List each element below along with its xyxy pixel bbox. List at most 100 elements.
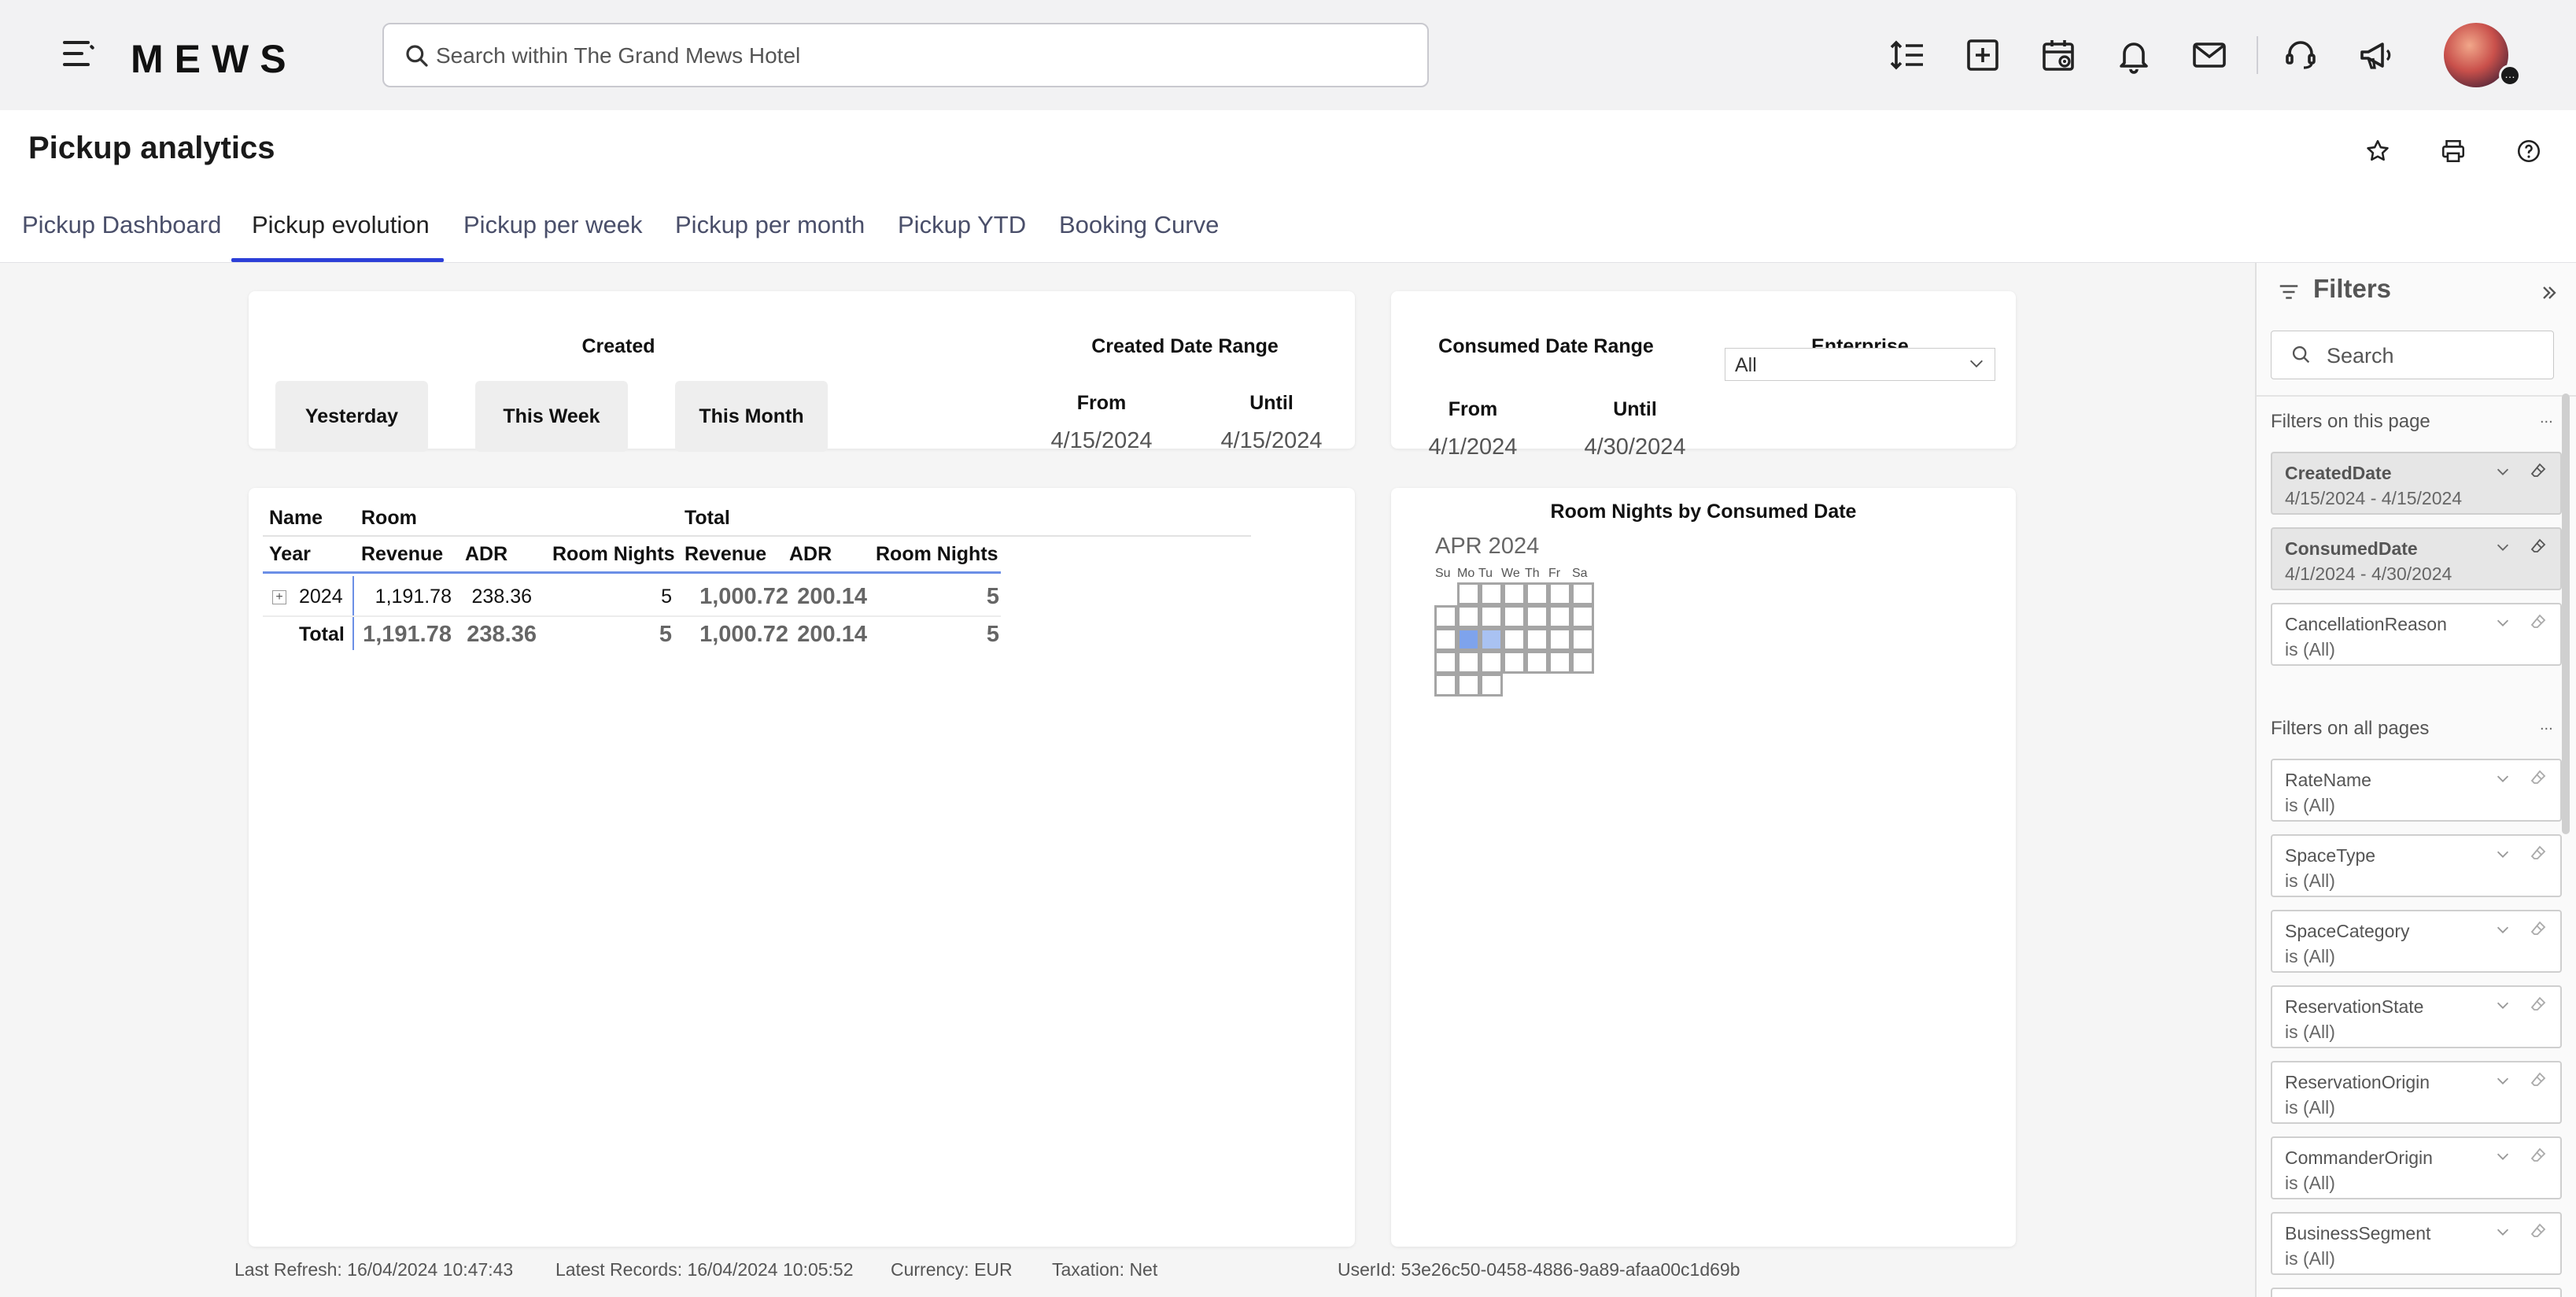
- filter-card-reservation-origin[interactable]: ReservationOrigin is (All): [2271, 1061, 2562, 1124]
- more-options-icon[interactable]: ...: [2540, 716, 2553, 734]
- filters-scrollbar[interactable]: [2562, 394, 2570, 834]
- chevron-down-icon[interactable]: [2494, 463, 2511, 480]
- enterprise-dropdown[interactable]: All: [1725, 348, 1995, 381]
- yesterday-button[interactable]: Yesterday: [275, 381, 428, 452]
- this-week-button[interactable]: This Week: [475, 381, 628, 452]
- calendar-day[interactable]: [1503, 651, 1526, 674]
- calendar-day[interactable]: [1526, 628, 1548, 651]
- tab-pickup-evolution[interactable]: Pickup evolution: [252, 211, 430, 239]
- mail-icon[interactable]: [2186, 31, 2233, 79]
- calendar-day[interactable]: [1548, 582, 1571, 605]
- calendar-day[interactable]: [1480, 674, 1503, 697]
- tab-pickup-dashboard[interactable]: Pickup Dashboard: [22, 211, 221, 239]
- calendar-day[interactable]: [1571, 651, 1594, 674]
- calendar-day[interactable]: [1480, 582, 1503, 605]
- filter-card-consumed-date[interactable]: ConsumedDate 4/1/2024 - 4/30/2024: [2271, 527, 2562, 590]
- filter-card-created-date[interactable]: CreatedDate 4/15/2024 - 4/15/2024: [2271, 452, 2562, 515]
- calendar-day[interactable]: [1548, 605, 1571, 628]
- created-from-value[interactable]: 4/15/2024: [1039, 428, 1164, 454]
- eraser-icon[interactable]: [2529, 1070, 2548, 1089]
- filter-card-rate-name[interactable]: RateName is (All): [2271, 759, 2562, 822]
- filter-card-reservation-state[interactable]: ReservationState is (All): [2271, 985, 2562, 1048]
- calendar-day[interactable]: [1548, 628, 1571, 651]
- add-box-icon[interactable]: [1959, 31, 2006, 79]
- chevron-down-icon[interactable]: [2494, 770, 2511, 787]
- calendar-day[interactable]: [1503, 605, 1526, 628]
- search-input[interactable]: [436, 35, 1404, 76]
- calendar-day[interactable]: [1526, 582, 1548, 605]
- matrix-col-room-nights[interactable]: Room Nights: [552, 543, 675, 566]
- more-options-icon[interactable]: ...: [2540, 409, 2553, 427]
- chevron-down-icon[interactable]: [2494, 538, 2511, 556]
- expand-icon[interactable]: +: [272, 590, 286, 604]
- calendar-day-highlight[interactable]: [1480, 628, 1503, 651]
- consumed-from-value[interactable]: 4/1/2024: [1410, 434, 1536, 460]
- calendar-day[interactable]: [1434, 605, 1457, 628]
- calendar-day[interactable]: [1526, 651, 1548, 674]
- filter-card-business-segment[interactable]: BusinessSegment is (All): [2271, 1212, 2562, 1275]
- calendar-day[interactable]: [1457, 651, 1480, 674]
- calendar-day[interactable]: [1480, 605, 1503, 628]
- tab-pickup-ytd[interactable]: Pickup YTD: [898, 211, 1026, 239]
- support-icon[interactable]: [2277, 31, 2324, 79]
- calendar-day[interactable]: [1571, 605, 1594, 628]
- calendar-day[interactable]: [1434, 628, 1457, 651]
- calendar-day[interactable]: [1457, 605, 1480, 628]
- tab-booking-curve[interactable]: Booking Curve: [1059, 211, 1219, 239]
- collapse-icon[interactable]: [2538, 282, 2560, 304]
- line-spacing-icon[interactable]: [1884, 31, 1931, 79]
- eraser-icon[interactable]: [2529, 919, 2548, 938]
- filter-card-partial[interactable]: [2271, 1288, 2562, 1297]
- filters-search-input[interactable]: [2327, 341, 2539, 371]
- eraser-icon[interactable]: [2529, 1221, 2548, 1240]
- chevron-down-icon[interactable]: [2494, 996, 2511, 1014]
- matrix-col-room-adr[interactable]: ADR: [465, 543, 507, 566]
- calendar-day[interactable]: [1457, 674, 1480, 697]
- global-search[interactable]: [382, 23, 1429, 87]
- menu-icon[interactable]: [63, 41, 95, 69]
- eraser-icon[interactable]: [2529, 1146, 2548, 1165]
- consumed-until-value[interactable]: 4/30/2024: [1572, 434, 1698, 460]
- tab-pickup-per-week[interactable]: Pickup per week: [463, 211, 642, 239]
- eraser-icon[interactable]: [2529, 995, 2548, 1014]
- chevron-down-icon[interactable]: [2494, 614, 2511, 631]
- eraser-icon[interactable]: [2529, 461, 2548, 480]
- eraser-icon[interactable]: [2529, 768, 2548, 787]
- filter-card-cancellation-reason[interactable]: CancellationReason is (All): [2271, 603, 2562, 666]
- calendar-day[interactable]: [1571, 582, 1594, 605]
- tab-pickup-per-month[interactable]: Pickup per month: [675, 211, 865, 239]
- calendar-day[interactable]: [1571, 628, 1594, 651]
- filter-card-space-type[interactable]: SpaceType is (All): [2271, 834, 2562, 897]
- chevron-down-icon[interactable]: [2494, 1223, 2511, 1240]
- matrix-col-total-nights[interactable]: Room Nights: [876, 543, 998, 566]
- calendar-day[interactable]: [1526, 605, 1548, 628]
- calendar-day[interactable]: [1434, 651, 1457, 674]
- eraser-icon[interactable]: [2529, 844, 2548, 863]
- star-icon[interactable]: [2360, 134, 2395, 168]
- filter-card-commander-origin[interactable]: CommanderOrigin is (All): [2271, 1136, 2562, 1199]
- eraser-icon[interactable]: [2529, 537, 2548, 556]
- calendar-day[interactable]: [1548, 651, 1571, 674]
- calendar-day-highlight[interactable]: [1457, 628, 1480, 651]
- chevron-down-icon[interactable]: [2494, 845, 2511, 863]
- calendar-day[interactable]: [1480, 651, 1503, 674]
- matrix-col-room-revenue[interactable]: Revenue: [361, 543, 443, 566]
- filter-card-space-category[interactable]: SpaceCategory is (All): [2271, 910, 2562, 973]
- created-until-value[interactable]: 4/15/2024: [1209, 428, 1334, 454]
- eraser-icon[interactable]: [2529, 612, 2548, 631]
- chevron-down-icon[interactable]: [2494, 921, 2511, 938]
- mews-logo[interactable]: MEWS: [131, 36, 297, 82]
- help-icon[interactable]: [2511, 134, 2546, 168]
- calendar-day[interactable]: [1434, 674, 1457, 697]
- calendar-day[interactable]: [1457, 582, 1480, 605]
- chevron-down-icon[interactable]: [2494, 1147, 2511, 1165]
- print-icon[interactable]: [2436, 134, 2471, 168]
- matrix-col-total-adr[interactable]: ADR: [789, 543, 832, 566]
- filters-search[interactable]: [2271, 331, 2554, 379]
- this-month-button[interactable]: This Month: [675, 381, 828, 452]
- chevron-down-icon[interactable]: [2494, 1072, 2511, 1089]
- calendar-view-icon[interactable]: [2035, 31, 2082, 79]
- calendar-day[interactable]: [1503, 628, 1526, 651]
- bell-icon[interactable]: [2110, 31, 2157, 79]
- calendar-day[interactable]: [1503, 582, 1526, 605]
